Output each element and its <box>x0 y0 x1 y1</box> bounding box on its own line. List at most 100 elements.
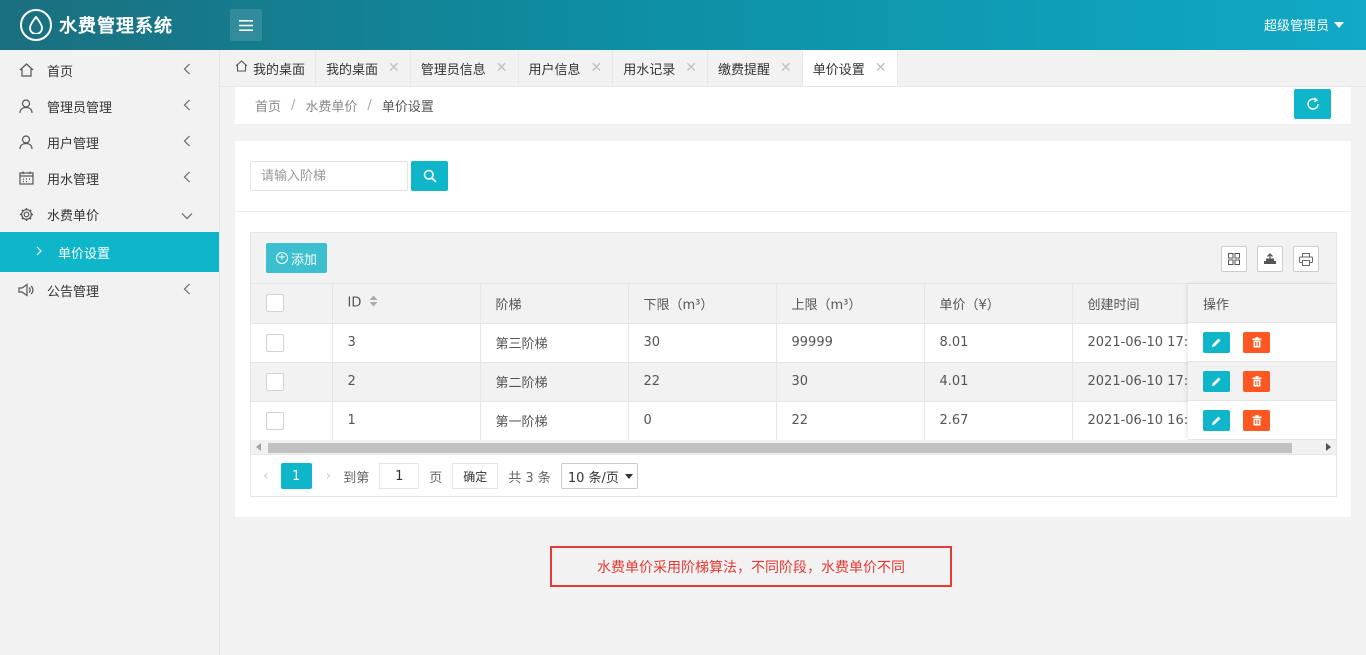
close-icon[interactable]: ✕ <box>685 60 697 76</box>
refresh-icon <box>1306 97 1319 110</box>
sidebar-item-water-usage[interactable]: 用水管理 <box>0 160 219 196</box>
delete-button[interactable] <box>1243 370 1270 392</box>
table-header-row: ID 阶梯 下限（m³） 上限（m³） 单价（¥） 创建时间 <box>251 284 1221 324</box>
water-drop-icon <box>20 9 52 41</box>
sidebar-item-home[interactable]: 首页 <box>0 52 219 88</box>
page-size-select[interactable]: 10 条/页 <box>560 463 638 489</box>
chevron-left-icon <box>183 63 191 79</box>
export-icon <box>1264 253 1276 264</box>
sidebar-item-admins[interactable]: 管理员管理 <box>0 88 219 124</box>
row-checkbox[interactable] <box>266 333 284 352</box>
sort-icon[interactable] <box>369 295 378 311</box>
scrollbar-thumb[interactable] <box>268 443 1292 453</box>
tab-home[interactable]: 我的桌面 <box>225 50 317 86</box>
search-button[interactable] <box>411 161 448 191</box>
columns-filter-button[interactable] <box>1221 246 1247 272</box>
chevron-down-icon <box>624 473 633 479</box>
page-label: 页 <box>429 470 443 486</box>
search-icon <box>423 169 437 183</box>
chevron-down-icon <box>181 209 193 224</box>
print-button[interactable] <box>1293 246 1319 272</box>
scroll-right-icon[interactable] <box>1326 443 1331 451</box>
column-header-upper: 上限（m³） <box>776 284 925 324</box>
cell-price: 8.01 <box>924 323 1073 363</box>
goto-page-input[interactable] <box>379 463 420 489</box>
prev-page-icon[interactable]: ‹ <box>263 468 269 484</box>
breadcrumb-water-price[interactable]: 水费单价 <box>305 96 357 115</box>
cell-id: 3 <box>332 323 481 363</box>
cell-upper: 22 <box>776 401 925 441</box>
main-panel: + 添加 ID 阶梯 下限（m³） <box>235 141 1351 517</box>
user-menu[interactable]: 超级管理员 <box>1264 15 1344 34</box>
tab-payment-reminder[interactable]: 缴费提醒 ✕ <box>708 50 803 86</box>
trash-icon <box>1252 414 1261 425</box>
price-table: ID 阶梯 下限（m³） 上限（m³） 单价（¥） 创建时间 3 第三阶梯 30… <box>251 284 1221 441</box>
sidebar: 首页 管理员管理 用户管理 用水管理 水费单价 单价设置 公告管理 <box>0 50 220 655</box>
user-name: 超级管理员 <box>1263 19 1329 34</box>
select-all-checkbox[interactable] <box>266 294 284 313</box>
tab-price-settings[interactable]: 单价设置 ✕ <box>802 50 898 86</box>
hamburger-icon <box>239 19 253 31</box>
sidebar-item-label: 水费单价 <box>47 208 100 224</box>
export-button[interactable] <box>1257 246 1283 272</box>
operations-column: 操作 <box>1188 284 1336 440</box>
sidebar-item-users[interactable]: 用户管理 <box>0 124 219 160</box>
sidebar-item-label: 公告管理 <box>47 284 100 300</box>
cell-lower: 22 <box>628 362 777 402</box>
tab-label: 用水记录 <box>623 62 676 78</box>
tab-water-records[interactable]: 用水记录 ✕ <box>613 50 709 86</box>
search-input[interactable] <box>250 161 408 191</box>
column-header-tier: 阶梯 <box>480 284 629 324</box>
select-all-cell <box>251 284 333 324</box>
chevron-left-icon <box>183 135 191 151</box>
delete-button[interactable] <box>1243 409 1270 431</box>
annotation-note: 水费单价采用阶梯算法，不同阶段，水费单价不同 <box>550 546 952 587</box>
sidebar-item-label: 用水管理 <box>47 172 100 188</box>
cell-upper: 30 <box>776 362 925 402</box>
sidebar-item-water-price[interactable]: 水费单价 <box>0 196 219 232</box>
caret-down-icon <box>1334 21 1344 28</box>
row-checkbox[interactable] <box>266 411 284 430</box>
tab-label: 用户信息 <box>528 62 581 78</box>
edit-button[interactable] <box>1203 370 1230 392</box>
confirm-button[interactable]: 确定 <box>452 463 499 489</box>
column-header-id[interactable]: ID <box>332 284 481 324</box>
refresh-button[interactable] <box>1294 89 1331 119</box>
table-toolbar: + 添加 <box>251 233 1336 284</box>
edit-button[interactable] <box>1203 331 1230 353</box>
tab-desktop[interactable]: 我的桌面 ✕ <box>316 50 411 86</box>
cell-price: 2.67 <box>924 401 1073 441</box>
edit-button[interactable] <box>1203 409 1230 431</box>
cell-lower: 0 <box>628 401 777 441</box>
pencil-icon <box>1212 338 1221 347</box>
menu-toggle-button[interactable] <box>230 9 262 41</box>
sidebar-subitem-price-settings[interactable]: 单价设置 <box>0 232 219 272</box>
tab-admin-info[interactable]: 管理员信息 ✕ <box>411 50 519 86</box>
tab-user-info[interactable]: 用户信息 ✕ <box>519 50 614 86</box>
row-checkbox[interactable] <box>266 372 284 391</box>
tab-bar: 我的桌面 我的桌面 ✕ 管理员信息 ✕ 用户信息 ✕ 用水记录 ✕ 缴费提醒 ✕… <box>220 50 1366 87</box>
scroll-left-icon[interactable] <box>256 443 261 451</box>
row-actions <box>1188 401 1336 440</box>
horizontal-scrollbar[interactable] <box>251 440 1336 455</box>
pagination: ‹ 1 › 到第 页 确定 共 3 条 10 条/页 <box>251 455 1336 497</box>
plus-circle-icon: + <box>275 252 288 264</box>
close-icon[interactable]: ✕ <box>496 60 508 76</box>
current-page[interactable]: 1 <box>280 463 312 489</box>
pencil-icon <box>1212 377 1221 386</box>
close-icon[interactable]: ✕ <box>591 60 603 76</box>
total-count: 共 3 条 <box>508 470 551 486</box>
pencil-icon <box>1212 416 1221 425</box>
delete-button[interactable] <box>1243 331 1270 353</box>
sidebar-item-notices[interactable]: 公告管理 <box>0 272 219 308</box>
breadcrumb: 首页 / 水费单价 / 单价设置 <box>235 87 1351 125</box>
next-page-icon[interactable]: › <box>326 468 332 484</box>
row-actions <box>1188 362 1336 401</box>
close-icon[interactable]: ✕ <box>388 60 400 76</box>
add-button[interactable]: + 添加 <box>266 243 327 273</box>
close-icon[interactable]: ✕ <box>875 60 887 76</box>
close-icon[interactable]: ✕ <box>780 60 792 76</box>
gear-icon <box>18 206 34 222</box>
speaker-icon <box>18 282 34 298</box>
breadcrumb-home[interactable]: 首页 <box>255 96 281 115</box>
